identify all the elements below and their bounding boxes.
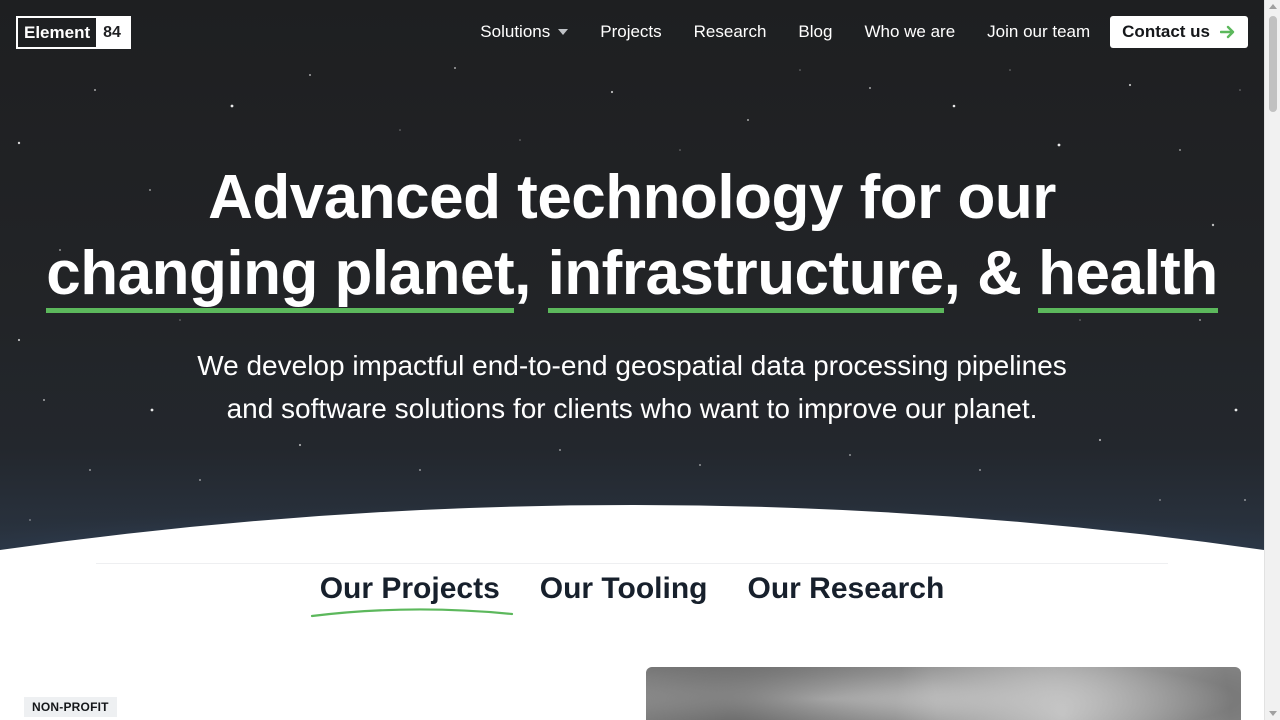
scroll-up-icon[interactable] xyxy=(1269,4,1277,9)
headline-separator: , & xyxy=(943,239,1039,308)
page: Element 84 Solutions Projects Research B… xyxy=(0,0,1280,720)
nav-item-label: Solutions xyxy=(480,22,551,41)
highlight-infrastructure: infrastructure xyxy=(547,239,944,313)
nav-links: Solutions Projects Research Blog Who we … xyxy=(480,16,1248,48)
nav-item-who-we-are[interactable]: Who we are xyxy=(864,22,955,42)
nav-item-label: Who we are xyxy=(864,22,956,41)
subheading-line-1: We develop impactful end-to-end geospati… xyxy=(197,350,1067,381)
chevron-down-icon xyxy=(558,29,569,35)
project-category-badge: NON-PROFIT xyxy=(24,697,117,717)
content-tabs: Our Projects Our Tooling Our Research xyxy=(0,570,1264,618)
tab-label: Our Projects xyxy=(319,572,500,605)
scroll-down-icon[interactable] xyxy=(1269,711,1277,716)
nav-item-label: Blog xyxy=(798,22,833,41)
section-divider xyxy=(96,563,1168,564)
headline-separator: , xyxy=(514,239,548,308)
nav-item-research[interactable]: Research xyxy=(694,22,767,42)
contact-us-button[interactable]: Contact us xyxy=(1110,16,1248,48)
hero-headline: Advanced technology for our changing pla… xyxy=(0,160,1264,313)
arrow-right-icon xyxy=(1220,25,1235,39)
contact-us-label: Contact us xyxy=(1122,22,1210,41)
tab-our-projects[interactable]: Our Projects xyxy=(310,570,513,618)
subheading-line-2: and software solutions for clients who w… xyxy=(226,393,1038,424)
top-navigation: Element 84 Solutions Projects Research B… xyxy=(0,0,1264,66)
logo-number: 84 xyxy=(96,18,129,47)
project-image[interactable] xyxy=(646,667,1241,720)
scrollbar-thumb[interactable] xyxy=(1269,16,1277,112)
nav-item-label: Projects xyxy=(600,22,662,41)
nav-item-label: Join our team xyxy=(987,22,1091,41)
nav-item-solutions[interactable]: Solutions xyxy=(480,22,569,42)
page-scrollbar[interactable] xyxy=(1264,0,1280,720)
tab-our-research[interactable]: Our Research xyxy=(748,570,945,616)
headline-line-2: changing planet, infrastructure, & healt… xyxy=(0,236,1264,313)
highlight-health: health xyxy=(1038,239,1218,313)
nav-item-join-our-team[interactable]: Join our team xyxy=(987,22,1090,42)
logo-word: Element xyxy=(24,23,91,42)
highlight-changing-planet: changing planet xyxy=(46,239,515,313)
planet-horizon xyxy=(0,470,1264,560)
tab-our-tooling[interactable]: Our Tooling xyxy=(540,570,708,616)
tab-label: Our Research xyxy=(747,572,945,605)
active-tab-underline xyxy=(310,608,513,618)
nav-item-blog[interactable]: Blog xyxy=(798,22,832,42)
tab-label: Our Tooling xyxy=(539,572,708,605)
hero-subheading: We develop impactful end-to-end geospati… xyxy=(0,344,1264,430)
nav-item-projects[interactable]: Projects xyxy=(600,22,661,42)
element84-logo[interactable]: Element 84 xyxy=(16,16,131,49)
headline-line-1: Advanced technology for our xyxy=(208,163,1056,232)
nav-item-label: Research xyxy=(693,22,767,41)
hero-section: Element 84 Solutions Projects Research B… xyxy=(0,0,1264,560)
